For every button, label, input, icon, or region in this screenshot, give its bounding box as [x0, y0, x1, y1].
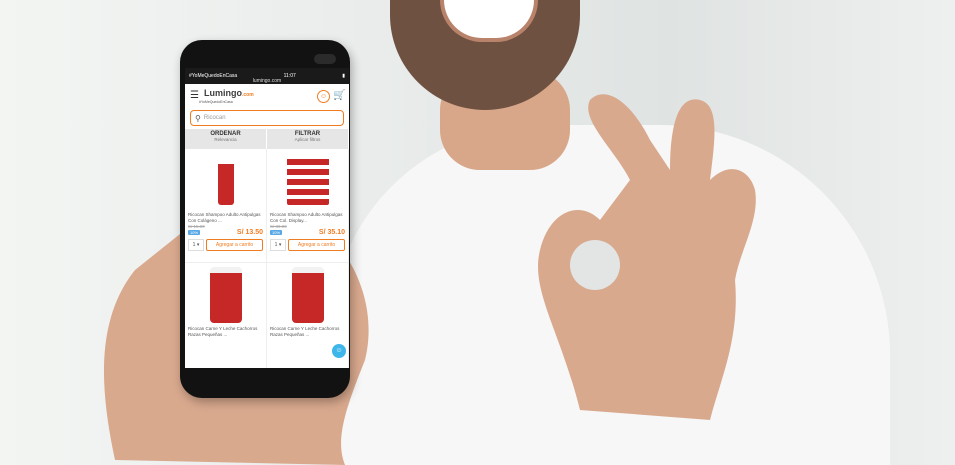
user-icon[interactable]: ☺ [317, 89, 330, 103]
filter-bar: ORDENAR Relevancia FILTRAR Aplicar filtr… [185, 129, 349, 149]
menu-icon[interactable]: ☰ [190, 91, 199, 101]
cart-icon[interactable]: 🛒 [333, 90, 345, 101]
product-name[interactable]: Ricocan Shampoo Adulto Antipulgas Con Co… [270, 212, 345, 224]
quantity-select[interactable]: 1 ▾ [270, 239, 286, 251]
logo-suffix: .com [242, 91, 254, 98]
product-image[interactable] [188, 152, 263, 210]
url: lumingo.com [252, 78, 282, 84]
dog-food-bag [291, 267, 324, 323]
discount-badge: 10% [188, 230, 201, 235]
search-icon: ⚲ [195, 113, 201, 123]
chat-icon[interactable]: ☺ [332, 344, 346, 358]
product-card[interactable]: Ricocan Carne Y Leche Cachorros Razas Pe… [267, 263, 349, 368]
logo[interactable]: Lumingo.com #YoMeQuedoEnCasa [199, 87, 254, 104]
product-grid: Ricocan Shampoo Adulto Antipulgas Con Co… [185, 149, 349, 368]
filter-button[interactable]: FILTRAR Aplicar filtros [267, 129, 349, 149]
shampoo-bottle [217, 157, 234, 205]
tagline: #YoMeQuedoEnCasa [199, 99, 233, 104]
order-value: Relevancia [214, 137, 237, 142]
app-header: ☰ Lumingo.com #YoMeQuedoEnCasa ☺ 🛒 [185, 84, 349, 108]
phone-screen: #YoMeQuedoEnCasa 11:07 ▮ lumingo.com ☰ L… [185, 68, 349, 368]
product-image[interactable] [270, 266, 345, 324]
product-card[interactable]: Ricocan Shampoo Adulto Antipulgas Con Co… [267, 149, 349, 263]
add-to-cart-button[interactable]: Agregar a carrito [288, 239, 345, 251]
price: S/ 13.50 [236, 229, 263, 236]
ok-hand-gesture [538, 94, 756, 420]
quantity-select[interactable]: 1 ▾ [188, 239, 204, 251]
camera-icon [314, 54, 336, 64]
dog-food-bag [209, 267, 242, 323]
product-card[interactable]: Ricocan Shampoo Adulto Antipulgas Con Co… [185, 149, 267, 263]
quantity-value: 1 [192, 242, 196, 248]
product-card[interactable]: Ricocan Carne Y Leche Cachorros Razas Pe… [185, 263, 267, 368]
status-bar: #YoMeQuedoEnCasa 11:07 ▮ lumingo.com [185, 68, 349, 84]
order-button[interactable]: ORDENAR Relevancia [185, 129, 267, 149]
product-name[interactable]: Ricocan Shampoo Adulto Antipulgas Con Co… [188, 212, 263, 224]
search-input[interactable]: ⚲ Ricocan [190, 110, 344, 126]
logo-text: Lumingo [204, 87, 242, 98]
search-value: Ricocan [203, 115, 226, 121]
product-image[interactable] [188, 266, 263, 324]
discount-badge: 10% [270, 230, 283, 235]
product-name[interactable]: Ricocan Carne Y Leche Cachorros Razas Pe… [270, 326, 345, 338]
shampoo-display-box [286, 157, 329, 205]
product-image[interactable] [270, 152, 345, 210]
quantity-value: 1 [274, 242, 278, 248]
filter-value: Aplicar filtros [294, 137, 321, 142]
price: S/ 35.10 [318, 229, 345, 236]
product-name[interactable]: Ricocan Carne Y Leche Cachorros Razas Pe… [188, 326, 263, 338]
add-to-cart-button[interactable]: Agregar a carrito [206, 239, 263, 251]
